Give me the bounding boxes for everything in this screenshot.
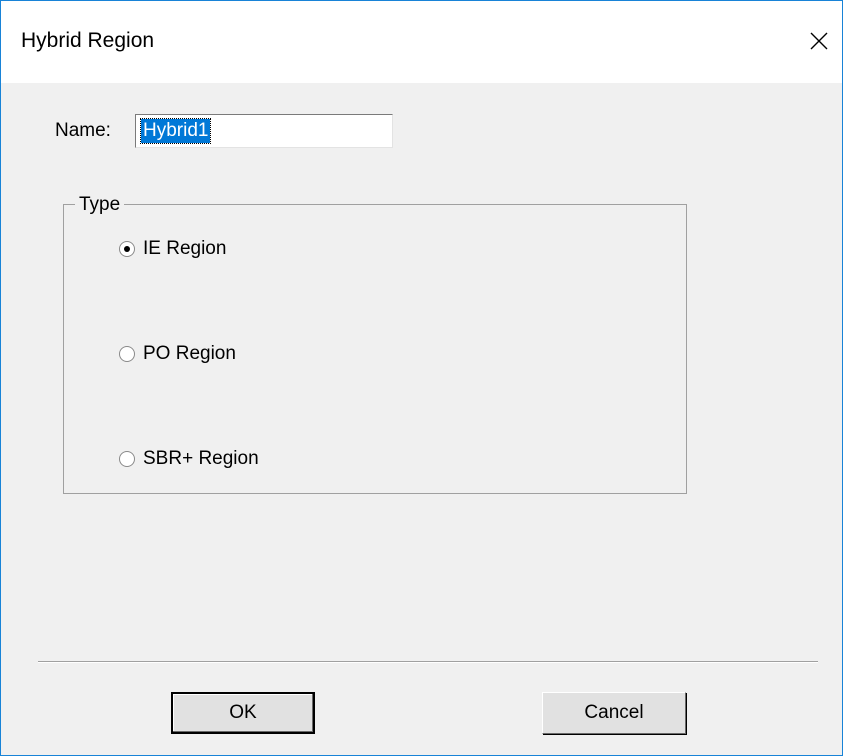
title-bar[interactable]: Hybrid Region	[1, 1, 842, 83]
radio-po-region[interactable]: PO Region	[119, 343, 236, 365]
close-button[interactable]	[796, 19, 842, 63]
type-group-legend: Type	[75, 194, 125, 216]
divider	[38, 661, 818, 663]
radio-ie-region[interactable]: IE Region	[119, 238, 226, 260]
radio-unchecked-icon	[119, 346, 135, 362]
radio-label: IE Region	[143, 238, 227, 259]
name-input[interactable]: Hybrid1	[135, 114, 393, 148]
radio-checked-icon	[119, 241, 135, 257]
radio-label: PO Region	[143, 343, 236, 364]
window-title: Hybrid Region	[21, 29, 155, 52]
name-input-value: Hybrid1	[139, 118, 212, 144]
dialog-window: Hybrid Region Name: Hybrid1 Type IE Regi…	[0, 0, 843, 756]
cancel-button[interactable]: Cancel	[542, 692, 686, 734]
close-icon	[810, 32, 828, 50]
radio-unchecked-icon	[119, 451, 135, 467]
radio-label: SBR+ Region	[143, 448, 259, 469]
ok-button[interactable]: OK	[171, 692, 315, 734]
radio-sbr-region[interactable]: SBR+ Region	[119, 448, 259, 470]
name-label: Name:	[55, 120, 111, 141]
